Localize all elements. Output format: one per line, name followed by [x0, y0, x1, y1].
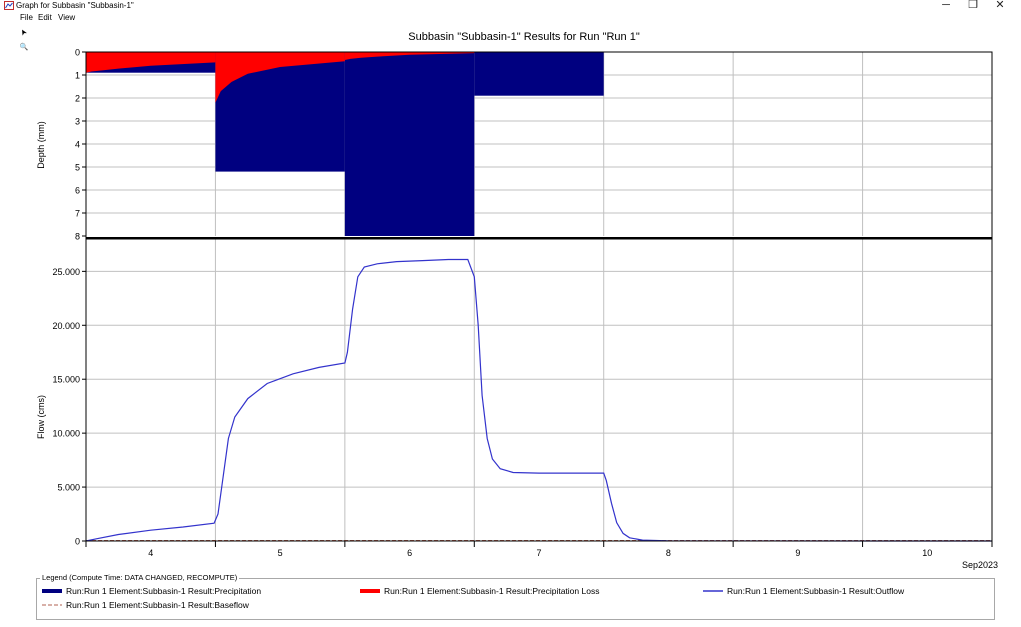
legend-entry-precipitation-loss: Run:Run 1 Element:Subbasin-1 Result:Prec… [384, 586, 600, 596]
depth-tick-label: 4 [75, 140, 80, 150]
menu-edit[interactable]: Edit [38, 13, 52, 23]
depth-axis-ticks: 0 1 2 3 4 5 6 7 8 [75, 48, 86, 242]
time-tick-label: 9 [795, 548, 800, 558]
legend-entry-baseflow: Run:Run 1 Element:Subbasin-1 Result:Base… [66, 600, 249, 610]
flow-plot-frame [85, 238, 993, 542]
precipitation-bar [474, 52, 604, 96]
menu-file[interactable]: File [20, 13, 33, 23]
window-title: Graph for Subbasin "Subbasin-1" [16, 1, 134, 10]
time-tick-label: 8 [666, 548, 671, 558]
depth-tick-label: 8 [75, 232, 80, 242]
legend-entry-outflow: Run:Run 1 Element:Subbasin-1 Result:Outf… [727, 586, 905, 596]
menu-view[interactable]: View [58, 13, 75, 23]
app-graph-icon [4, 1, 14, 10]
legend-entry-precipitation: Run:Run 1 Element:Subbasin-1 Result:Prec… [66, 586, 262, 596]
time-tick-label: 6 [407, 548, 412, 558]
time-tick-label: 4 [148, 548, 153, 558]
maximize-button[interactable]: ❐ [960, 0, 986, 11]
results-chart: Subbasin "Subbasin-1" Results for Run "R… [36, 31, 998, 570]
flow-tick-label: 25.000 [52, 267, 80, 277]
depth-tick-label: 3 [75, 117, 80, 127]
flow-tick-label: 15.000 [52, 375, 80, 385]
depth-tick-label: 5 [75, 163, 80, 173]
time-axis-ticks: 4 5 6 7 8 9 10 [85, 541, 993, 558]
legend-swatch-precipitation-loss [360, 589, 380, 593]
flow-grid [86, 239, 992, 541]
close-button[interactable]: ✕ [987, 0, 1013, 11]
minimize-button[interactable]: ─ [933, 0, 959, 11]
menu-bar: File Edit View [0, 12, 1021, 24]
flow-tick-label: 20.000 [52, 321, 80, 331]
precipitation-bar [344, 52, 475, 236]
flow-axis-label: Flow (cms) [36, 395, 46, 439]
flow-axis-ticks: 0 5.000 10.000 15.000 20.000 25.000 [52, 267, 86, 547]
legend-title: Legend (Compute Time: DATA CHANGED, RECO… [40, 573, 240, 583]
depth-axis-label: Depth (mm) [36, 121, 46, 169]
flow-tick-label: 5.000 [57, 483, 80, 493]
outflow-line [85, 258, 993, 542]
depth-tick-label: 6 [75, 186, 80, 196]
legend-swatch-precipitation [42, 589, 62, 593]
flow-tick-label: 0 [75, 537, 80, 547]
time-tick-label: 10 [922, 548, 932, 558]
depth-tick-label: 0 [75, 48, 80, 58]
flow-tick-label: 10.000 [52, 429, 80, 439]
time-tick-label: 7 [536, 548, 541, 558]
depth-tick-label: 1 [75, 71, 80, 81]
depth-tick-label: 7 [75, 209, 80, 219]
time-axis-label: Sep2023 [962, 560, 998, 570]
chart-title: Subbasin "Subbasin-1" Results for Run "R… [408, 31, 640, 43]
time-tick-label: 5 [278, 548, 283, 558]
legend-swatch-baseflow [42, 604, 62, 606]
depth-tick-label: 2 [75, 94, 80, 104]
legend-swatch-outflow [703, 590, 723, 592]
window-titlebar: Graph for Subbasin "Subbasin-1" ─ ❐ ✕ [0, 0, 1021, 12]
